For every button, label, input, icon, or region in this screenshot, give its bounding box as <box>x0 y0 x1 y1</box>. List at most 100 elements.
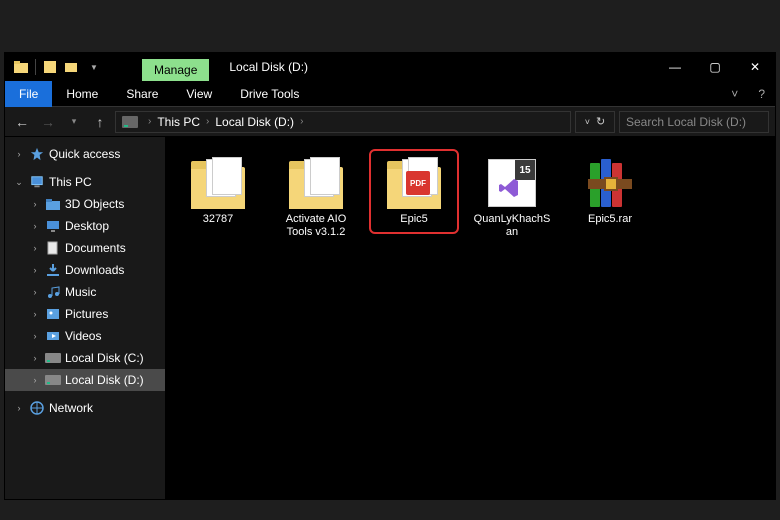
explorer-window: ▼ Manage Local Disk (D:) — ▢ ✕ File Home… <box>4 52 776 500</box>
nav-desktop[interactable]: › Desktop <box>5 215 165 237</box>
chevron-right-icon[interactable]: › <box>13 149 25 159</box>
search-placeholder: Search Local Disk (D:) <box>626 115 746 129</box>
quick-access-toolbar: ▼ <box>5 59 102 75</box>
tab-view[interactable]: View <box>172 81 226 107</box>
qat-newfolder-icon[interactable] <box>64 59 80 75</box>
titlebar: ▼ Manage Local Disk (D:) — ▢ ✕ <box>5 53 775 81</box>
tab-drive-tools[interactable]: Drive Tools <box>226 81 313 107</box>
item-label: Activate AIO Tools v3.1.2 <box>275 213 357 238</box>
star-icon <box>29 146 45 162</box>
videos-icon <box>45 328 61 344</box>
item-label: Epic5 <box>400 213 428 226</box>
folder-icon <box>188 157 248 209</box>
chevron-right-icon[interactable]: › <box>13 403 25 413</box>
chevron-right-icon[interactable]: › <box>29 221 41 231</box>
pictures-icon <box>45 306 61 322</box>
chevron-right-icon[interactable]: › <box>29 353 41 363</box>
nav-label: This PC <box>49 175 92 189</box>
nav-quick-access[interactable]: › Quick access <box>5 143 165 165</box>
qat-properties-icon[interactable] <box>42 59 58 75</box>
context-tab-manage[interactable]: Manage <box>142 59 209 81</box>
item-file-epic5-rar[interactable]: Epic5.rar <box>565 149 655 234</box>
nav-music[interactable]: › Music <box>5 281 165 303</box>
nav-label: Downloads <box>65 263 124 277</box>
qat-dropdown-icon[interactable]: ▼ <box>86 59 102 75</box>
item-folder-activate-aio-tools[interactable]: Activate AIO Tools v3.1.2 <box>271 149 361 246</box>
item-folder-epic5[interactable]: PDF Epic5 <box>369 149 459 234</box>
nav-this-pc[interactable]: ⌄ This PC <box>5 171 165 193</box>
nav-network[interactable]: › Network <box>5 397 165 419</box>
nav-label: Documents <box>65 241 126 255</box>
nav-pictures[interactable]: › Pictures <box>5 303 165 325</box>
up-button[interactable]: ↑ <box>89 111 111 133</box>
item-label: 32787 <box>203 213 234 226</box>
crumb-this-pc[interactable]: This PC <box>157 115 200 129</box>
chevron-right-icon[interactable]: › <box>202 116 213 127</box>
breadcrumb[interactable]: › This PC › Local Disk (D:) › <box>115 111 571 133</box>
window-title: Local Disk (D:) <box>229 60 308 74</box>
address-bar: ← → ▾ ↑ › This PC › Local Disk (D:) › ˅ … <box>5 107 775 137</box>
item-folder-32787[interactable]: 32787 <box>173 149 263 234</box>
nav-label: Pictures <box>65 307 108 321</box>
search-input[interactable]: Search Local Disk (D:) <box>619 111 769 133</box>
chevron-right-icon[interactable]: › <box>29 309 41 319</box>
explorer-icon <box>13 59 29 75</box>
pdf-badge-icon: PDF <box>406 171 430 195</box>
nav-label: 3D Objects <box>65 197 124 211</box>
qat-sep-icon <box>35 59 36 75</box>
nav-documents[interactable]: › Documents <box>5 237 165 259</box>
drive-icon <box>45 350 61 366</box>
folder-icon: PDF <box>384 157 444 209</box>
chevron-down-icon[interactable]: ⌄ <box>13 177 25 188</box>
network-icon <box>29 400 45 416</box>
chevron-right-icon[interactable]: › <box>29 265 41 275</box>
chevron-right-icon[interactable]: › <box>144 116 155 127</box>
nav-label: Quick access <box>49 147 120 161</box>
nav-3d-objects[interactable]: › 3D Objects <box>5 193 165 215</box>
chevron-right-icon[interactable]: › <box>29 243 41 253</box>
maximize-button[interactable]: ▢ <box>695 53 735 81</box>
documents-icon <box>45 240 61 256</box>
recent-dropdown-icon[interactable]: ▾ <box>63 111 85 133</box>
help-icon[interactable]: ? <box>748 87 775 101</box>
folder-icon <box>286 157 346 209</box>
nav-downloads[interactable]: › Downloads <box>5 259 165 281</box>
chevron-right-icon[interactable]: › <box>296 116 307 127</box>
crumb-local-disk-d[interactable]: Local Disk (D:) <box>215 115 294 129</box>
refresh-button[interactable]: ˅ ↻ <box>575 111 615 133</box>
back-button[interactable]: ← <box>11 111 33 133</box>
folder-icon <box>45 196 61 212</box>
forward-button[interactable]: → <box>37 111 59 133</box>
nav-label: Videos <box>65 329 101 343</box>
downloads-icon <box>45 262 61 278</box>
chevron-right-icon[interactable]: › <box>29 331 41 341</box>
ribbon: File Home Share View Drive Tools ˅ ? <box>5 81 775 107</box>
nav-label: Music <box>65 285 96 299</box>
nav-local-disk-c[interactable]: › Local Disk (C:) <box>5 347 165 369</box>
nav-label: Local Disk (D:) <box>65 373 144 387</box>
close-button[interactable]: ✕ <box>735 53 775 81</box>
solution-file-icon: 15 <box>482 157 542 209</box>
nav-local-disk-d[interactable]: › Local Disk (D:) <box>5 369 165 391</box>
drive-icon <box>45 372 61 388</box>
navigation-pane: › Quick access ⌄ This PC › 3D Objects › <box>5 137 165 499</box>
nav-label: Network <box>49 401 93 415</box>
chevron-right-icon[interactable]: › <box>29 375 41 385</box>
content-pane[interactable]: 32787 Activate AIO Tools v3.1.2 PDF Epic… <box>165 137 775 499</box>
chevron-right-icon[interactable]: › <box>29 287 41 297</box>
minimize-button[interactable]: — <box>655 53 695 81</box>
tab-home[interactable]: Home <box>52 81 112 107</box>
drive-icon <box>122 116 138 128</box>
desktop-icon <box>45 218 61 234</box>
ribbon-expand-icon[interactable]: ˅ <box>721 87 748 101</box>
rar-file-icon <box>580 157 640 209</box>
music-icon <box>45 284 61 300</box>
file-menu[interactable]: File <box>5 81 52 107</box>
chevron-right-icon[interactable]: › <box>29 199 41 209</box>
pc-icon <box>29 174 45 190</box>
tab-share[interactable]: Share <box>112 81 172 107</box>
item-label: Epic5.rar <box>588 213 632 226</box>
item-file-quanlykhachsan[interactable]: 15 QuanLyKhachSan <box>467 149 557 246</box>
nav-videos[interactable]: › Videos <box>5 325 165 347</box>
nav-label: Local Disk (C:) <box>65 351 144 365</box>
